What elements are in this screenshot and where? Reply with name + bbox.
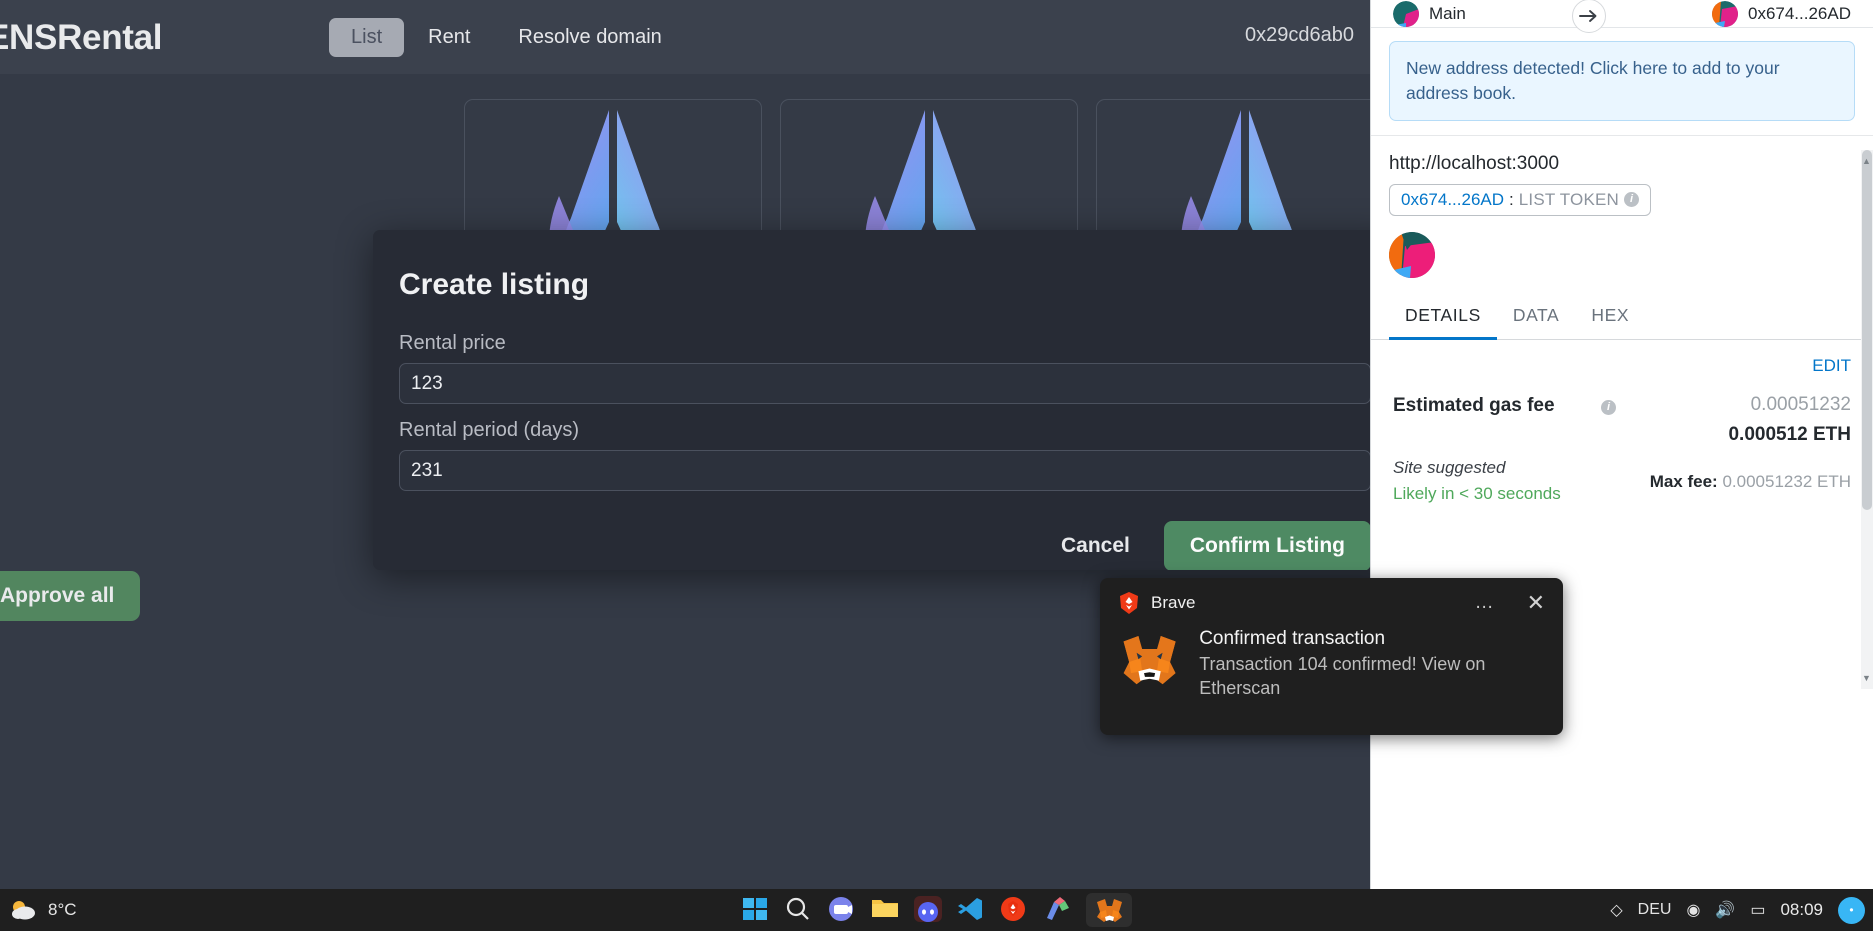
toast-text-wrap: Confirmed transaction Transaction 104 co… bbox=[1199, 628, 1545, 701]
rental-period-label: Rental period (days) bbox=[399, 419, 580, 441]
to-account-address: 0x674...26AD bbox=[1747, 3, 1851, 23]
max-fee-label: Max fee: bbox=[1649, 471, 1718, 491]
modal-title: Create listing bbox=[399, 268, 590, 301]
tab-resolve-domain[interactable]: Resolve domain bbox=[494, 18, 685, 57]
scroll-up-arrow-icon[interactable]: ▲ bbox=[1861, 156, 1872, 166]
metamask-tabs: DETAILS DATA HEX bbox=[1371, 292, 1873, 340]
search-icon[interactable] bbox=[785, 896, 814, 925]
file-explorer-icon[interactable] bbox=[871, 896, 900, 925]
edit-gas-link[interactable]: EDIT bbox=[1393, 356, 1851, 376]
teams-icon[interactable] bbox=[828, 896, 857, 925]
tab-data[interactable]: DATA bbox=[1497, 292, 1575, 340]
network-icon[interactable]: ◉ bbox=[1686, 900, 1700, 920]
metamask-scrollbar[interactable]: ▲ ▼ bbox=[1861, 150, 1873, 689]
vscode-icon[interactable] bbox=[957, 896, 986, 925]
toast-app-name: Brave bbox=[1151, 593, 1196, 612]
weather-icon bbox=[12, 901, 35, 920]
paint-icon[interactable] bbox=[1043, 896, 1072, 925]
windows-start-icon[interactable] bbox=[742, 896, 771, 925]
gas-fee-eth: 0.000512 ETH bbox=[1728, 423, 1851, 445]
toast-more-button[interactable]: … bbox=[1475, 592, 1496, 614]
toast-message: Transaction 104 confirmed! View on Ether… bbox=[1199, 654, 1486, 698]
volume-icon[interactable]: 🔊 bbox=[1715, 900, 1735, 920]
gas-fee-values: 0.00051232 0.000512 ETH bbox=[1728, 394, 1851, 446]
gas-fee-footer: Site suggested Likely in < 30 seconds Ma… bbox=[1393, 458, 1851, 504]
tab-hex[interactable]: HEX bbox=[1575, 292, 1645, 340]
gas-fee-row: Estimated gas fee i 0.00051232 0.000512 … bbox=[1393, 394, 1851, 446]
nav-links: List Rent Resolve domain bbox=[329, 18, 686, 57]
modal-actions: Cancel Confirm Listing bbox=[399, 521, 1371, 570]
list-token-pill[interactable]: 0x674...26AD : LIST TOKEN i bbox=[1389, 183, 1652, 216]
taskbar-clock[interactable]: 08:09 bbox=[1780, 900, 1823, 920]
origin-url: http://localhost:3000 bbox=[1389, 152, 1560, 174]
rental-period-input[interactable] bbox=[399, 450, 1371, 491]
toast-close-button[interactable]: ✕ bbox=[1527, 592, 1545, 614]
toast-title: Confirmed transaction bbox=[1199, 628, 1386, 649]
gas-fee-native: 0.00051232 bbox=[1750, 393, 1851, 415]
from-account-name: Main bbox=[1429, 3, 1466, 23]
token-contract-address: 0x674...26AD bbox=[1401, 189, 1505, 209]
taskbar-apps bbox=[742, 893, 1132, 927]
max-fee-value: 0.00051232 ETH bbox=[1722, 471, 1851, 491]
toast-body: Confirmed transaction Transaction 104 co… bbox=[1118, 628, 1545, 701]
gas-info-icon[interactable]: i bbox=[1601, 399, 1616, 415]
battery-icon[interactable]: ▭ bbox=[1750, 900, 1765, 920]
arrow-right-icon bbox=[1571, 0, 1606, 33]
new-address-notice-wrap: New address detected! Click here to add … bbox=[1371, 28, 1873, 121]
metamask-header: Main 0x674...26AD bbox=[1371, 0, 1873, 33]
metamask-icon[interactable] bbox=[1085, 893, 1132, 927]
brave-icon[interactable] bbox=[1000, 896, 1029, 925]
tab-rent[interactable]: Rent bbox=[404, 18, 494, 57]
system-tray: ◇ DEU ◉ 🔊 ▭ 08:09 • bbox=[1610, 896, 1865, 924]
details-pane: EDIT Estimated gas fee i 0.00051232 0.00… bbox=[1371, 340, 1873, 504]
token-separator: : bbox=[1509, 189, 1514, 209]
weather-temperature: 8°C bbox=[48, 900, 77, 919]
confirm-listing-button[interactable]: Confirm Listing bbox=[1163, 521, 1371, 570]
contract-avatar bbox=[1389, 231, 1435, 278]
brave-notification-toast[interactable]: Brave … ✕ Confirmed transaction Transact… bbox=[1100, 578, 1563, 735]
metamask-panel: Main 0x674...26AD New address detected! … bbox=[1370, 0, 1873, 889]
gas-likely-time: Likely in < 30 seconds bbox=[1393, 483, 1561, 503]
metamask-fox-icon bbox=[1123, 635, 1176, 685]
app-brand: ENSRental bbox=[0, 18, 163, 57]
scrollbar-thumb[interactable] bbox=[1862, 150, 1872, 510]
max-fee-row: Max fee: 0.00051232 ETH bbox=[1650, 458, 1851, 492]
approve-all-button[interactable]: Approve all bbox=[0, 571, 141, 621]
cancel-button[interactable]: Cancel bbox=[1043, 522, 1148, 570]
to-account-avatar bbox=[1711, 0, 1738, 27]
windows-taskbar: 8°C ◇ DEU ◉ 🔊 ▭ 08:09 • bbox=[0, 889, 1873, 931]
scroll-down-arrow-icon[interactable]: ▼ bbox=[1861, 673, 1872, 683]
discord-icon[interactable] bbox=[913, 895, 943, 925]
from-account-avatar bbox=[1393, 0, 1419, 27]
new-address-notice[interactable]: New address detected! Click here to add … bbox=[1389, 41, 1855, 121]
toast-header: Brave … ✕ bbox=[1118, 591, 1545, 615]
info-icon[interactable]: i bbox=[1624, 192, 1640, 208]
gas-source-wrap: Site suggested Likely in < 30 seconds bbox=[1393, 458, 1593, 504]
keyboard-layout-indicator[interactable]: DEU bbox=[1638, 901, 1672, 919]
tab-details[interactable]: DETAILS bbox=[1389, 292, 1497, 340]
token-action-label: LIST TOKEN bbox=[1518, 189, 1620, 209]
gas-source-label: Site suggested bbox=[1393, 457, 1506, 477]
screen: ENSRental List Rent Resolve domain 0x29c… bbox=[0, 0, 1873, 931]
connected-wallet-address[interactable]: 0x29cd6ab0 bbox=[1245, 24, 1354, 47]
weather-widget[interactable]: 8°C bbox=[10, 899, 77, 921]
tab-list[interactable]: List bbox=[329, 18, 405, 57]
brave-icon bbox=[1120, 592, 1138, 614]
origin-block: http://localhost:3000 0x674...26AD : LIS… bbox=[1371, 134, 1873, 225]
gas-fee-label-wrap: Estimated gas fee bbox=[1393, 394, 1593, 418]
contract-identicon-row bbox=[1371, 225, 1873, 292]
gas-fee-label: Estimated gas fee bbox=[1393, 394, 1555, 416]
rental-price-label: Rental price bbox=[399, 332, 506, 354]
chevron-up-icon[interactable]: ◇ bbox=[1610, 900, 1622, 920]
avatar[interactable]: • bbox=[1838, 896, 1865, 924]
create-listing-modal: Create listing Rental price Rental perio… bbox=[373, 230, 1397, 570]
rental-price-input[interactable] bbox=[399, 363, 1371, 404]
